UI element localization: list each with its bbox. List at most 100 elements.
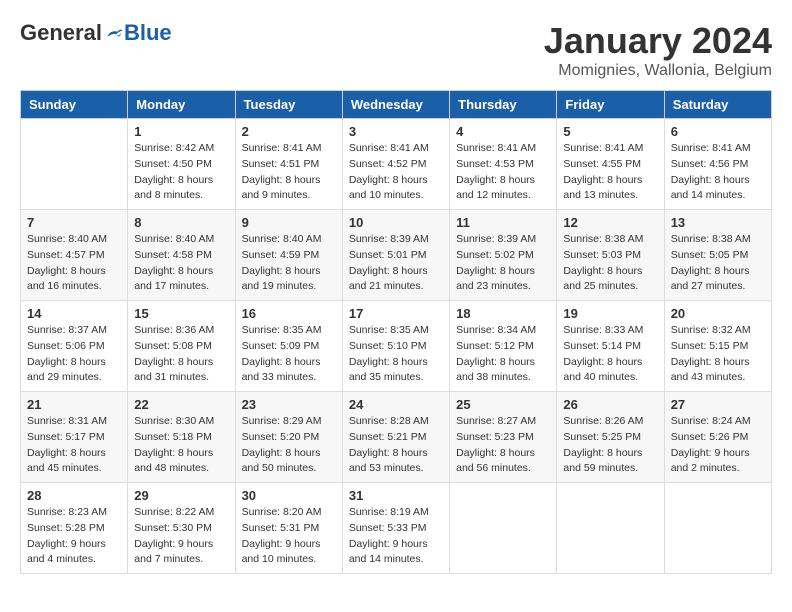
sunset-text: Sunset: 4:56 PM [671,158,749,170]
day-number: 19 [563,306,657,321]
day-info: Sunrise: 8:41 AM Sunset: 4:51 PM Dayligh… [242,141,336,204]
day-info: Sunrise: 8:41 AM Sunset: 4:53 PM Dayligh… [456,141,550,204]
sunset-text: Sunset: 5:14 PM [563,340,641,352]
logo-bird-icon [104,23,124,43]
sunset-text: Sunset: 5:09 PM [242,340,320,352]
day-number: 30 [242,488,336,503]
daylight-text: Daylight: 9 hours and 4 minutes. [27,538,106,566]
sunrise-text: Sunrise: 8:28 AM [349,415,429,427]
daylight-text: Daylight: 8 hours and 9 minutes. [242,174,321,202]
calendar-cell: 24 Sunrise: 8:28 AM Sunset: 5:21 PM Dayl… [342,392,449,483]
sunset-text: Sunset: 4:51 PM [242,158,320,170]
calendar-cell: 6 Sunrise: 8:41 AM Sunset: 4:56 PM Dayli… [664,119,771,210]
day-number: 22 [134,397,228,412]
calendar-week-row: 28 Sunrise: 8:23 AM Sunset: 5:28 PM Dayl… [21,483,772,574]
sunset-text: Sunset: 4:53 PM [456,158,534,170]
daylight-text: Daylight: 9 hours and 14 minutes. [349,538,428,566]
calendar-cell: 5 Sunrise: 8:41 AM Sunset: 4:55 PM Dayli… [557,119,664,210]
day-number: 8 [134,215,228,230]
sunset-text: Sunset: 5:12 PM [456,340,534,352]
sunset-text: Sunset: 4:50 PM [134,158,212,170]
day-info: Sunrise: 8:41 AM Sunset: 4:55 PM Dayligh… [563,141,657,204]
sunrise-text: Sunrise: 8:35 AM [349,324,429,336]
day-info: Sunrise: 8:35 AM Sunset: 5:09 PM Dayligh… [242,323,336,386]
calendar-cell: 12 Sunrise: 8:38 AM Sunset: 5:03 PM Dayl… [557,210,664,301]
sunrise-text: Sunrise: 8:36 AM [134,324,214,336]
sunrise-text: Sunrise: 8:38 AM [671,233,751,245]
sunset-text: Sunset: 5:20 PM [242,431,320,443]
sunset-text: Sunset: 5:23 PM [456,431,534,443]
day-info: Sunrise: 8:27 AM Sunset: 5:23 PM Dayligh… [456,414,550,477]
sunset-text: Sunset: 5:10 PM [349,340,427,352]
calendar-cell: 21 Sunrise: 8:31 AM Sunset: 5:17 PM Dayl… [21,392,128,483]
sunrise-text: Sunrise: 8:33 AM [563,324,643,336]
calendar-cell [557,483,664,574]
day-info: Sunrise: 8:38 AM Sunset: 5:05 PM Dayligh… [671,232,765,295]
calendar-week-row: 7 Sunrise: 8:40 AM Sunset: 4:57 PM Dayli… [21,210,772,301]
sunset-text: Sunset: 5:15 PM [671,340,749,352]
calendar-cell: 10 Sunrise: 8:39 AM Sunset: 5:01 PM Dayl… [342,210,449,301]
day-info: Sunrise: 8:20 AM Sunset: 5:31 PM Dayligh… [242,505,336,568]
calendar-cell: 9 Sunrise: 8:40 AM Sunset: 4:59 PM Dayli… [235,210,342,301]
sunrise-text: Sunrise: 8:40 AM [242,233,322,245]
sunrise-text: Sunrise: 8:41 AM [242,142,322,154]
calendar-cell: 14 Sunrise: 8:37 AM Sunset: 5:06 PM Dayl… [21,301,128,392]
daylight-text: Daylight: 8 hours and 17 minutes. [134,265,213,293]
sunset-text: Sunset: 5:25 PM [563,431,641,443]
day-number: 18 [456,306,550,321]
sunrise-text: Sunrise: 8:41 AM [671,142,751,154]
day-number: 24 [349,397,443,412]
sunset-text: Sunset: 5:01 PM [349,249,427,261]
day-number: 5 [563,124,657,139]
daylight-text: Daylight: 8 hours and 38 minutes. [456,356,535,384]
calendar-cell: 31 Sunrise: 8:19 AM Sunset: 5:33 PM Dayl… [342,483,449,574]
logo-blue-text: Blue [124,20,172,46]
day-info: Sunrise: 8:22 AM Sunset: 5:30 PM Dayligh… [134,505,228,568]
day-info: Sunrise: 8:38 AM Sunset: 5:03 PM Dayligh… [563,232,657,295]
calendar-cell: 28 Sunrise: 8:23 AM Sunset: 5:28 PM Dayl… [21,483,128,574]
sunset-text: Sunset: 5:05 PM [671,249,749,261]
day-info: Sunrise: 8:31 AM Sunset: 5:17 PM Dayligh… [27,414,121,477]
sunset-text: Sunset: 5:33 PM [349,522,427,534]
weekday-header: Sunday [21,91,128,119]
day-info: Sunrise: 8:36 AM Sunset: 5:08 PM Dayligh… [134,323,228,386]
day-info: Sunrise: 8:40 AM Sunset: 4:57 PM Dayligh… [27,232,121,295]
sunrise-text: Sunrise: 8:42 AM [134,142,214,154]
sunrise-text: Sunrise: 8:37 AM [27,324,107,336]
sunset-text: Sunset: 5:26 PM [671,431,749,443]
calendar-cell: 13 Sunrise: 8:38 AM Sunset: 5:05 PM Dayl… [664,210,771,301]
calendar-cell: 29 Sunrise: 8:22 AM Sunset: 5:30 PM Dayl… [128,483,235,574]
sunrise-text: Sunrise: 8:35 AM [242,324,322,336]
day-info: Sunrise: 8:29 AM Sunset: 5:20 PM Dayligh… [242,414,336,477]
sunset-text: Sunset: 5:06 PM [27,340,105,352]
calendar-cell: 4 Sunrise: 8:41 AM Sunset: 4:53 PM Dayli… [450,119,557,210]
logo-general-text: General [20,20,102,46]
day-number: 1 [134,124,228,139]
day-number: 7 [27,215,121,230]
day-number: 11 [456,215,550,230]
sunrise-text: Sunrise: 8:27 AM [456,415,536,427]
daylight-text: Daylight: 8 hours and 31 minutes. [134,356,213,384]
day-number: 16 [242,306,336,321]
day-number: 12 [563,215,657,230]
day-number: 23 [242,397,336,412]
day-number: 17 [349,306,443,321]
day-number: 2 [242,124,336,139]
daylight-text: Daylight: 9 hours and 10 minutes. [242,538,321,566]
daylight-text: Daylight: 8 hours and 12 minutes. [456,174,535,202]
day-number: 6 [671,124,765,139]
daylight-text: Daylight: 8 hours and 21 minutes. [349,265,428,293]
calendar-cell [21,119,128,210]
day-number: 31 [349,488,443,503]
day-info: Sunrise: 8:42 AM Sunset: 4:50 PM Dayligh… [134,141,228,204]
day-info: Sunrise: 8:19 AM Sunset: 5:33 PM Dayligh… [349,505,443,568]
calendar-cell [450,483,557,574]
daylight-text: Daylight: 8 hours and 56 minutes. [456,447,535,475]
day-number: 26 [563,397,657,412]
weekday-header: Thursday [450,91,557,119]
day-number: 21 [27,397,121,412]
sunset-text: Sunset: 5:03 PM [563,249,641,261]
sunrise-text: Sunrise: 8:29 AM [242,415,322,427]
calendar-cell: 22 Sunrise: 8:30 AM Sunset: 5:18 PM Dayl… [128,392,235,483]
day-info: Sunrise: 8:28 AM Sunset: 5:21 PM Dayligh… [349,414,443,477]
